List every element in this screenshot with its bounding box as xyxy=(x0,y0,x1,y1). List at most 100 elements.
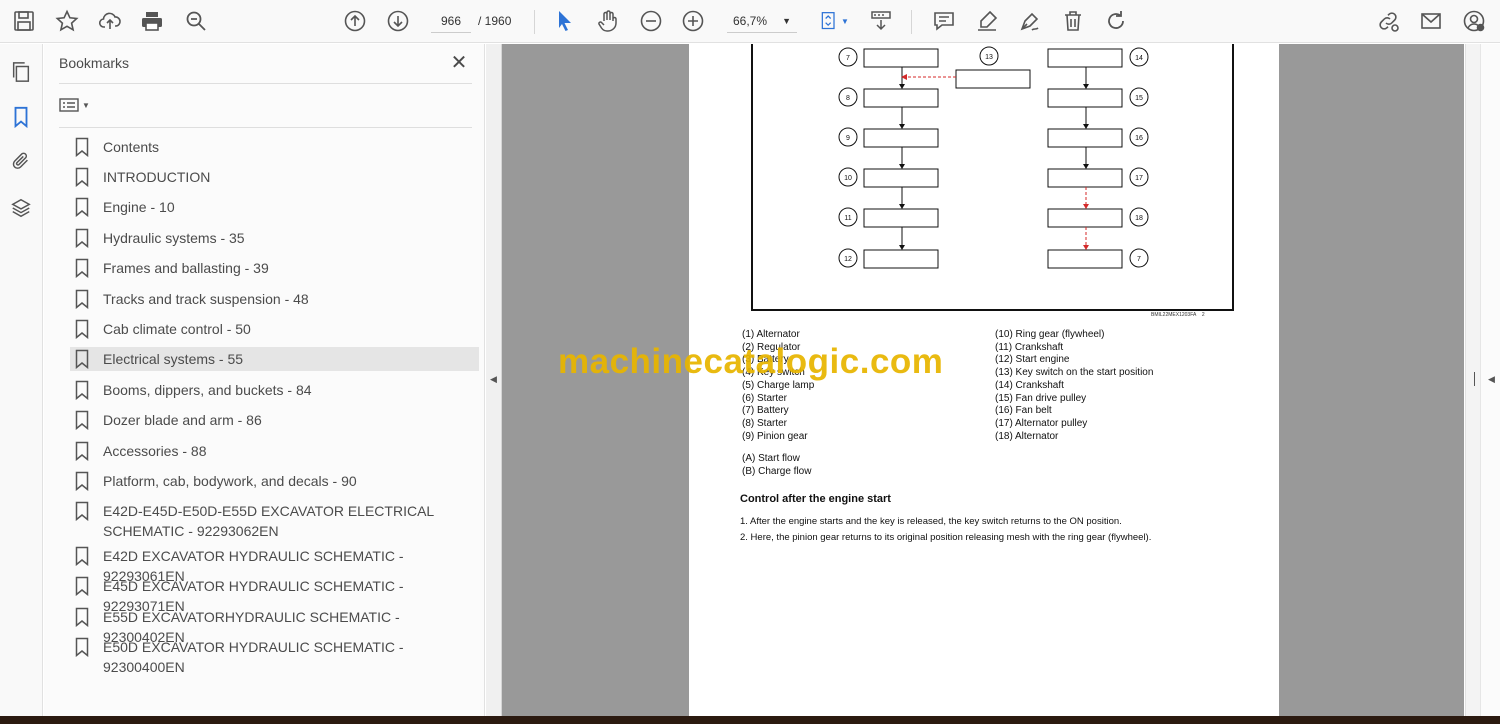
bookmark-item[interactable]: Accessories - 88 xyxy=(70,441,480,462)
email-icon[interactable] xyxy=(1416,7,1446,35)
bookmark-label: E50D EXCAVATOR HYDRAULIC SCHEMATIC - 923… xyxy=(103,639,404,675)
scroll-mode-icon[interactable] xyxy=(866,7,896,35)
bookmark-icon xyxy=(75,167,89,188)
sign-pen-icon[interactable] xyxy=(1015,7,1045,35)
bookmark-icon xyxy=(75,576,89,597)
legend-entry: (16) Fan belt xyxy=(995,405,1052,417)
bookmark-item[interactable]: Booms, dippers, and buckets - 84 xyxy=(70,380,480,401)
figure-code-text: BMIL22MEX1203FA xyxy=(1151,312,1197,318)
page-number-input[interactable]: 966 xyxy=(431,9,471,33)
layers-icon[interactable] xyxy=(8,195,34,221)
left-box xyxy=(863,249,939,269)
scroll-grip[interactable] xyxy=(1474,372,1477,386)
right-node-number: 17 xyxy=(1135,175,1143,182)
panel-collapse-handle[interactable]: ◀ xyxy=(486,44,502,716)
pages-icon[interactable] xyxy=(8,59,34,85)
toolbar-divider xyxy=(534,10,535,34)
bookmark-icon xyxy=(75,197,89,218)
zoom-in-icon[interactable] xyxy=(678,7,708,35)
page-fit-icon[interactable]: ▼ xyxy=(814,7,854,35)
zoom-level-select[interactable]: 66,7% ▼ xyxy=(727,9,797,33)
bookmark-options-button[interactable]: ▼ xyxy=(59,94,93,116)
attachment-icon[interactable] xyxy=(8,148,34,174)
account-icon[interactable] xyxy=(1459,7,1489,35)
left-node-number: 9 xyxy=(846,135,850,142)
flow-diagram: 7 14 8 15 9 16 10 17 11 18 12 7 13 xyxy=(751,44,1234,311)
bookmark-label: Cab climate control - 50 xyxy=(103,321,251,337)
right-scroll-strip: ◀ xyxy=(1465,44,1500,716)
list-options-icon xyxy=(59,98,79,112)
legend-entry: (14) Crankshaft xyxy=(995,379,1064,391)
bookmark-item[interactable]: Frames and ballasting - 39 xyxy=(70,258,480,279)
star-icon[interactable] xyxy=(52,7,82,35)
left-node-number: 11 xyxy=(844,215,851,222)
page-total: / 1960 xyxy=(478,14,512,28)
bookmark-icon xyxy=(75,471,89,492)
redo-icon[interactable] xyxy=(1101,7,1131,35)
bookmark-icon xyxy=(75,258,89,279)
bookmarks-panel: Bookmarks ✕ ▼ Contents INTRODUCTION Engine… xyxy=(44,44,485,724)
share-link-icon[interactable] xyxy=(1373,7,1403,35)
legend-entry: (10) Ring gear (flywheel) xyxy=(995,329,1105,340)
bookmark-icon xyxy=(75,289,89,310)
bookmark-item[interactable]: Contents xyxy=(70,137,480,158)
middle-box xyxy=(955,69,1031,89)
previous-page-icon[interactable] xyxy=(340,7,370,35)
bookmark-icon xyxy=(75,228,89,249)
hand-tool-icon[interactable] xyxy=(593,7,623,35)
bookmark-icon xyxy=(75,380,89,401)
bookmark-icon xyxy=(75,410,89,431)
left-box xyxy=(863,168,939,188)
left-node-number: 7 xyxy=(846,55,850,62)
select-cursor-icon[interactable] xyxy=(550,7,580,35)
document-viewer[interactable]: 7 14 8 15 9 16 10 17 11 18 12 7 13 BMIL22MEX1203FA 2… xyxy=(502,44,1464,716)
bookmark-icon xyxy=(75,441,89,462)
legend-entry: (11) Crankshaft xyxy=(995,341,1064,353)
bookmark-item[interactable]: Cab climate control - 50 xyxy=(70,319,480,340)
right-box xyxy=(1047,128,1123,148)
bookmark-icon[interactable] xyxy=(8,104,34,130)
bookmark-icon xyxy=(75,607,89,628)
bookmark-item[interactable]: Electrical systems - 55 xyxy=(70,347,479,371)
bookmark-label: E42D-E45D-E50D-E55D EXCAVATOR ELECTRICAL… xyxy=(103,503,434,539)
zoom-out-icon[interactable] xyxy=(636,7,666,35)
delete-trash-icon[interactable] xyxy=(1058,7,1088,35)
bookmark-item[interactable]: E50D EXCAVATOR HYDRAULIC SCHEMATIC - 923… xyxy=(70,637,480,677)
save-icon[interactable] xyxy=(9,7,39,35)
bookmark-label: Accessories - 88 xyxy=(103,443,207,459)
navigation-rail xyxy=(0,44,43,724)
bookmark-item[interactable]: E42D-E45D-E50D-E55D EXCAVATOR ELECTRICAL… xyxy=(70,501,480,541)
legend-entry: (17) Alternator pulley xyxy=(995,417,1088,429)
right-box xyxy=(1047,88,1123,108)
bookmark-icon xyxy=(75,319,89,340)
print-icon[interactable] xyxy=(137,7,167,35)
right-node-number: 15 xyxy=(1135,95,1143,102)
bookmark-item[interactable]: Platform, cab, bodywork, and decals - 90 xyxy=(70,471,480,492)
legend-entry: (7) Battery xyxy=(742,405,789,417)
bookmark-label: Dozer blade and arm - 86 xyxy=(103,412,262,428)
highlight-pen-icon[interactable] xyxy=(972,7,1002,35)
bookmark-item[interactable]: Dozer blade and arm - 86 xyxy=(70,410,480,431)
bookmark-item[interactable]: INTRODUCTION xyxy=(70,167,480,188)
toolbar-divider xyxy=(911,10,912,34)
bookmark-icon xyxy=(75,349,89,370)
left-node-number: 12 xyxy=(844,256,852,263)
left-box xyxy=(863,88,939,108)
expand-right-panel-icon[interactable]: ◀ xyxy=(1488,374,1495,385)
left-node-number: 10 xyxy=(844,175,852,182)
flow-legend: (A) Start flow (B) Charge flow xyxy=(742,453,811,478)
left-box xyxy=(863,208,939,228)
bookmark-item[interactable]: Tracks and track suspension - 48 xyxy=(70,289,480,310)
next-page-icon[interactable] xyxy=(383,7,413,35)
bookmark-item[interactable]: Hydraulic systems - 35 xyxy=(70,228,480,249)
legend-entry: (A) Start flow xyxy=(742,453,800,464)
bookmark-label: Engine - 10 xyxy=(103,199,175,215)
bookmark-icon xyxy=(75,137,89,158)
close-icon[interactable]: ✕ xyxy=(448,52,470,74)
comment-icon[interactable] xyxy=(929,7,959,35)
main-toolbar: 966 / 1960 66,7% ▼ ▼ xyxy=(0,0,1500,43)
watermark: machinecatalogic.com xyxy=(558,342,944,381)
cloud-upload-icon[interactable] xyxy=(95,7,125,35)
bookmark-item[interactable]: Engine - 10 xyxy=(70,197,480,218)
zoom-search-icon[interactable] xyxy=(181,7,211,35)
